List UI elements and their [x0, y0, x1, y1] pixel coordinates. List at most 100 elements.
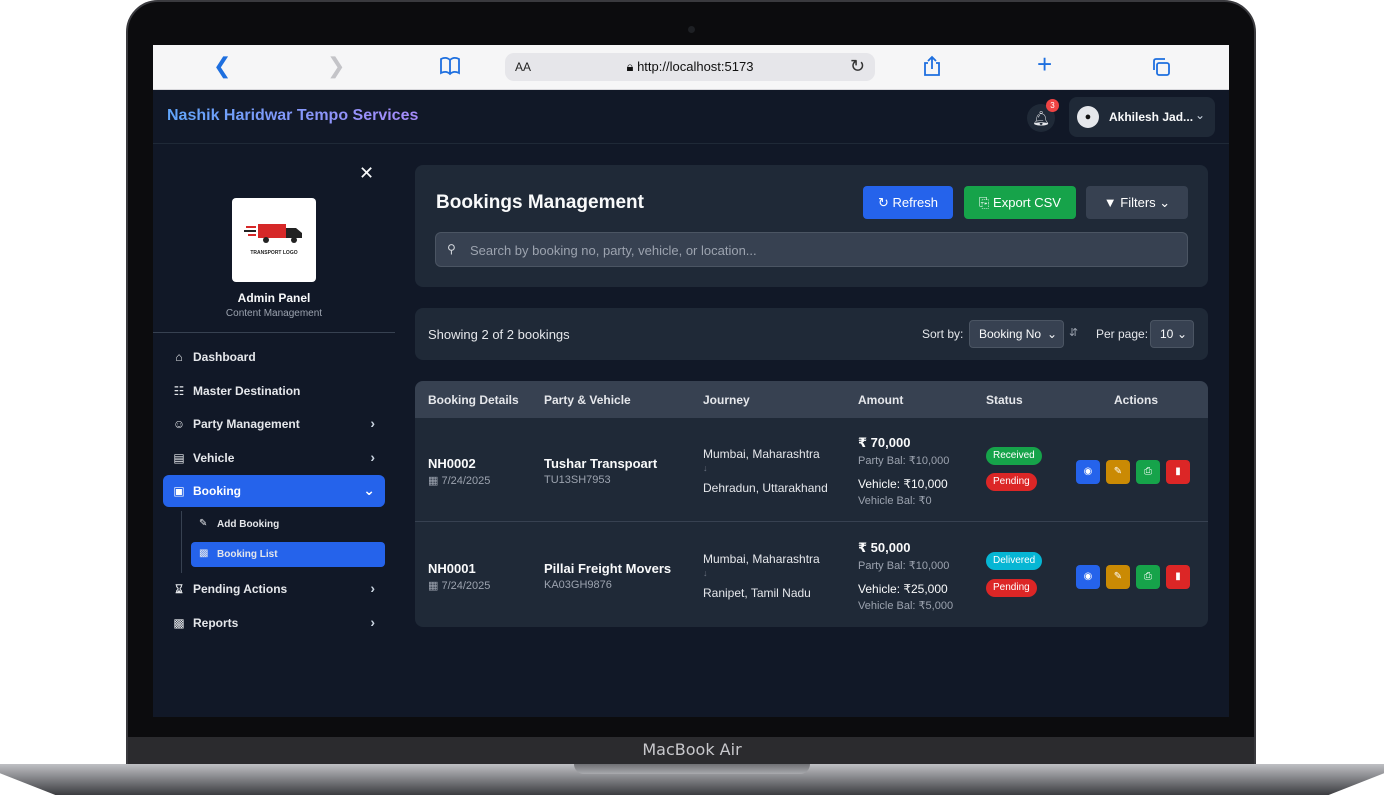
app-header: Nashik Haridwar Tempo Services 🔔︎ 3 ● Ak…: [153, 90, 1229, 144]
column-header: Amount: [858, 393, 904, 407]
bookmarks-icon[interactable]: [439, 56, 461, 80]
print-icon: ⎙: [1144, 466, 1152, 477]
sort-label: Sort by:: [922, 327, 964, 341]
eye-icon: ◉: [1083, 466, 1093, 477]
home-icon: ⌂: [175, 350, 183, 364]
tabs-icon[interactable]: [1151, 57, 1171, 81]
panel-subtitle: Content Management: [225, 308, 323, 319]
url-text: http://localhost:5173: [637, 59, 754, 74]
edit-button[interactable]: ✎: [1106, 565, 1130, 589]
lock-icon: 🔒︎: [626, 59, 638, 74]
brand-title[interactable]: Nashik Haridwar Tempo Services: [167, 107, 418, 125]
sidebar-item-party-management[interactable]: ☺ Party Management ›: [163, 408, 385, 440]
eye-icon: ◉: [1083, 571, 1093, 582]
sidebar-item-booking[interactable]: ▣ Booking ⌄: [163, 475, 385, 507]
sidebar-divider: [153, 332, 395, 333]
briefcase-icon: ▩: [199, 548, 209, 559]
sidebar-item-pending-actions[interactable]: ⌛︎ Pending Actions ›: [163, 573, 385, 605]
chevron-right-icon: ›: [370, 449, 375, 465]
vehicle-amount: Vehicle: ₹25,000: [858, 582, 948, 596]
journey-from: Mumbai, Maharashtra: [703, 552, 820, 566]
export-csv-button[interactable]: ⎘ Export CSV: [964, 186, 1076, 219]
delete-button[interactable]: ▮: [1166, 565, 1190, 589]
filter-icon: ▼: [1103, 195, 1121, 210]
per-page-label: Per page:: [1096, 327, 1149, 341]
table-row[interactable]: NH0002 ▦ 7/24/2025 Tushar Transpoart TU1…: [415, 418, 1208, 522]
bookings-table: Booking Details Party & Vehicle Journey …: [415, 381, 1208, 627]
booking-number: NH0002: [428, 456, 476, 471]
vehicle-number: TU13SH7953: [544, 474, 611, 486]
chevron-down-icon: ⌄: [1194, 108, 1205, 122]
sidebar-item-dashboard[interactable]: ⌂ Dashboard: [163, 341, 385, 373]
table-row[interactable]: NH0001 ▦ 7/24/2025 Pillai Freight Movers…: [415, 523, 1208, 627]
calendar-icon: ▦: [428, 475, 442, 487]
hourglass-icon: ⌛︎: [175, 582, 183, 596]
party-name: Pillai Freight Movers: [544, 561, 672, 576]
trash-icon: ▮: [1175, 466, 1181, 477]
sitemap-icon: ☷: [173, 384, 185, 398]
results-count: Showing 2 of 2 bookings: [428, 327, 570, 342]
view-button[interactable]: ◉: [1076, 460, 1100, 484]
print-button[interactable]: ⎙: [1136, 565, 1160, 589]
booking-date: 7/24/2025: [441, 475, 491, 487]
reload-icon[interactable]: ↻: [850, 56, 865, 77]
table-header: Booking Details Party & Vehicle Journey …: [415, 381, 1208, 418]
party-name: Tushar Transpoart: [544, 456, 658, 471]
column-header: Status: [986, 393, 1023, 407]
close-icon[interactable]: ✕: [359, 163, 374, 184]
view-button[interactable]: ◉: [1076, 565, 1100, 589]
screen: ❮ ❯ AA 🔒︎ http://localhost:5173 ↻ + Nash…: [153, 45, 1229, 717]
status-badge: Received: [986, 447, 1042, 465]
sort-direction-icon[interactable]: ⇵: [1069, 326, 1078, 339]
forward-icon[interactable]: ❯: [327, 55, 345, 77]
booking-number: NH0001: [428, 561, 476, 576]
print-icon: ⎙: [1144, 571, 1152, 582]
journey-arrow: ↓: [703, 463, 708, 473]
logo-text: TRANSPORT LOGO: [250, 250, 298, 256]
search-input[interactable]: ⚲ Search by booking no, party, vehicle, …: [435, 232, 1188, 267]
sidebar-subitem-booking-list[interactable]: ▩ Booking List: [191, 542, 385, 567]
page-title: Bookings Management: [436, 192, 644, 213]
export-file-icon: ⎘: [979, 195, 994, 210]
column-header: Journey: [703, 393, 750, 407]
submenu-line: [181, 511, 182, 573]
sidebar-subitem-add-booking[interactable]: ✎ Add Booking: [191, 512, 385, 537]
sidebar-item-reports[interactable]: ▩ Reports ›: [163, 607, 385, 639]
macbook-frame: MacBook Air ❮ ❯ AA 🔒︎ http://localhost:5…: [0, 0, 1384, 795]
edit-button[interactable]: ✎: [1106, 460, 1130, 484]
back-icon[interactable]: ❮: [213, 55, 231, 77]
sidebar: ✕ TRANSPORT LOGO Admin Panel Content Man…: [153, 145, 395, 717]
panel-title: Admin Panel: [237, 291, 311, 305]
trash-icon: ▮: [1175, 571, 1181, 582]
per-page-select[interactable]: 10 ⌄: [1150, 320, 1194, 348]
user-menu[interactable]: ● Akhilesh Jad... ⌄: [1069, 97, 1215, 137]
booking-amount: ₹ 70,000: [858, 435, 911, 450]
chevron-down-icon: ⌄: [1046, 327, 1057, 341]
sidebar-item-vehicle[interactable]: ▤ Vehicle ›: [163, 442, 385, 474]
sidebar-item-master-destination[interactable]: ☷ Master Destination: [163, 375, 385, 407]
sort-select[interactable]: Booking No ⌄: [969, 320, 1064, 348]
new-tab-icon[interactable]: +: [1037, 51, 1052, 77]
filters-button[interactable]: ▼ Filters ⌄: [1086, 186, 1188, 219]
delete-button[interactable]: ▮: [1166, 460, 1190, 484]
list-controls-panel: Showing 2 of 2 bookings Sort by: Booking…: [415, 308, 1208, 360]
column-header: Party & Vehicle: [544, 393, 631, 407]
print-button[interactable]: ⎙: [1136, 460, 1160, 484]
refresh-button[interactable]: ↻ Refresh: [863, 186, 953, 219]
edit-icon: ✎: [1113, 571, 1123, 582]
bookings-header-panel: Bookings Management ↻ Refresh ⎘ Export C…: [415, 165, 1208, 287]
notification-badge: 3: [1046, 99, 1059, 112]
column-header: Booking Details: [428, 393, 519, 407]
share-icon[interactable]: [923, 55, 941, 81]
journey-from: Mumbai, Maharashtra: [703, 447, 820, 461]
column-header: Actions: [1114, 393, 1159, 407]
edit-icon: ✎: [199, 518, 208, 529]
browser-toolbar: ❮ ❯ AA 🔒︎ http://localhost:5173 ↻ +: [153, 45, 1229, 90]
booking-icon: ▣: [173, 484, 185, 498]
base-notch: [574, 764, 810, 774]
chevron-down-icon: ⌄: [1155, 195, 1171, 210]
journey-arrow: ↓: [703, 568, 708, 578]
vehicle-number: KA03GH9876: [544, 579, 612, 591]
address-bar[interactable]: AA 🔒︎ http://localhost:5173 ↻: [505, 53, 875, 81]
archive-icon: ▤: [173, 451, 185, 465]
